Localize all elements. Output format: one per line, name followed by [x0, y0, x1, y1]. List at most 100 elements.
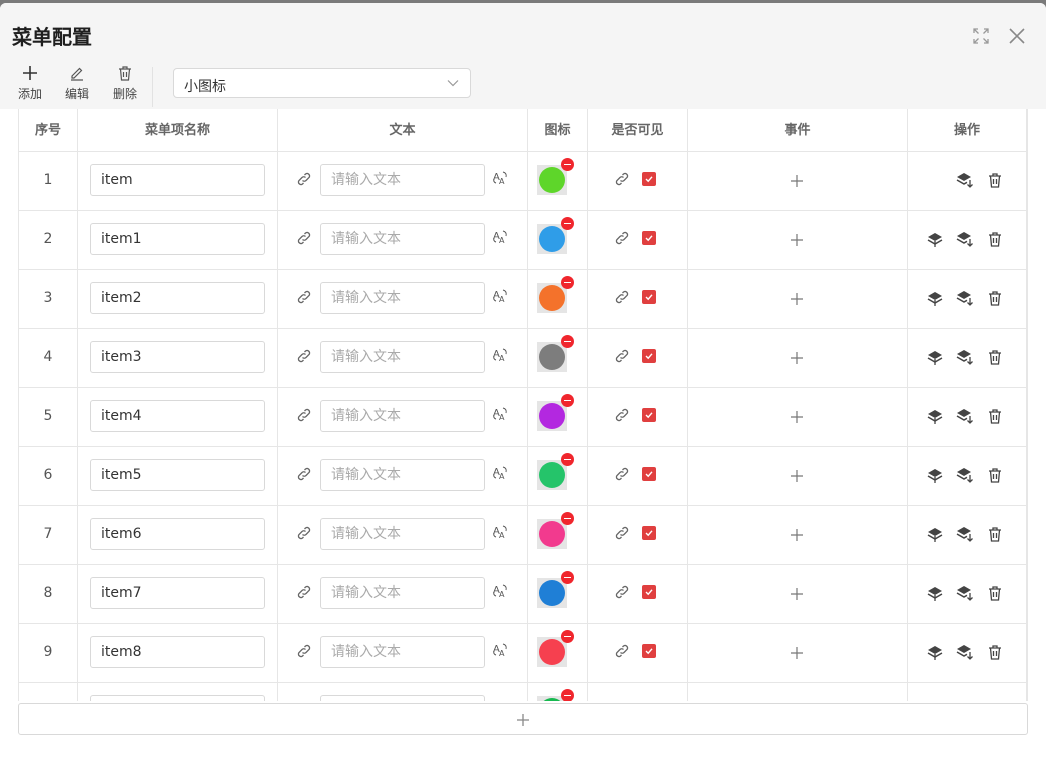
remove-icon-badge[interactable]	[561, 571, 574, 584]
add-event-icon[interactable]	[791, 588, 803, 600]
move-down-icon[interactable]	[956, 407, 974, 425]
delete-row-icon[interactable]	[987, 526, 1003, 542]
delete-row-icon[interactable]	[987, 231, 1003, 247]
menu-item-text-input[interactable]: 请输入文本	[320, 164, 485, 196]
add-event-icon[interactable]	[791, 234, 803, 246]
menu-item-name-input[interactable]: item7	[90, 577, 265, 609]
move-down-icon[interactable]	[956, 584, 974, 602]
translate-icon[interactable]: AA	[492, 642, 508, 658]
translate-icon[interactable]: AA	[492, 288, 508, 304]
translate-icon[interactable]: AA	[492, 524, 508, 540]
delete-row-icon[interactable]	[987, 467, 1003, 483]
link-icon[interactable]	[296, 643, 312, 659]
move-down-icon[interactable]	[956, 289, 974, 307]
menu-item-name-input[interactable]: item4	[90, 400, 265, 432]
menu-item-text-input[interactable]: 请输入文本	[320, 341, 485, 373]
remove-icon-badge[interactable]	[561, 689, 574, 701]
menu-item-text-input[interactable]: 请输入文本	[320, 282, 485, 314]
menu-item-text-input[interactable]: 请输入文本	[320, 223, 485, 255]
move-down-icon[interactable]	[956, 525, 974, 543]
remove-icon-badge[interactable]	[561, 276, 574, 289]
move-down-icon[interactable]	[956, 466, 974, 484]
add-event-icon[interactable]	[791, 647, 803, 659]
delete-row-icon[interactable]	[987, 290, 1003, 306]
qr-code-icon[interactable]	[537, 276, 574, 313]
link-icon[interactable]	[614, 171, 630, 187]
link-icon[interactable]	[296, 525, 312, 541]
link-icon[interactable]	[296, 230, 312, 246]
add-event-icon[interactable]	[791, 293, 803, 305]
visible-checkbox[interactable]	[642, 644, 656, 658]
link-icon[interactable]	[614, 525, 630, 541]
remove-icon-badge[interactable]	[561, 158, 574, 171]
menu-item-name-input[interactable]: item2	[90, 282, 265, 314]
link-icon[interactable]	[614, 466, 630, 482]
visible-checkbox[interactable]	[642, 526, 656, 540]
delete-button[interactable]: 删除	[105, 65, 145, 102]
link-icon[interactable]	[614, 348, 630, 364]
add-event-icon[interactable]	[791, 529, 803, 541]
move-up-icon[interactable]	[926, 289, 944, 307]
translate-icon[interactable]: AA	[492, 465, 508, 481]
move-down-icon[interactable]	[956, 348, 974, 366]
move-up-icon[interactable]	[926, 230, 944, 248]
translate-icon[interactable]: AA	[492, 347, 508, 363]
visible-checkbox[interactable]	[642, 408, 656, 422]
menu-item-name-input[interactable]: item5	[90, 459, 265, 491]
translate-icon[interactable]: AA	[492, 406, 508, 422]
moon-icon[interactable]	[537, 394, 574, 431]
visible-checkbox[interactable]	[642, 349, 656, 363]
link-icon[interactable]	[296, 348, 312, 364]
add-event-icon[interactable]	[791, 352, 803, 364]
link-icon[interactable]	[296, 407, 312, 423]
menu-item-text-input[interactable]: 请输入文本	[320, 400, 485, 432]
visible-checkbox[interactable]	[642, 231, 656, 245]
maximize-icon[interactable]	[972, 27, 990, 45]
delete-row-icon[interactable]	[987, 644, 1003, 660]
move-up-icon[interactable]	[926, 348, 944, 366]
menu-item-text-input[interactable]: 请输入文本	[320, 459, 485, 491]
menu-item-text-input[interactable]: 请输入文本	[320, 518, 485, 550]
translate-icon[interactable]: AA	[492, 583, 508, 599]
close-icon[interactable]	[1008, 27, 1026, 45]
edit-button[interactable]: 编辑	[57, 65, 97, 102]
link-icon[interactable]	[296, 289, 312, 305]
visible-checkbox[interactable]	[642, 467, 656, 481]
visible-checkbox[interactable]	[642, 290, 656, 304]
add-event-icon[interactable]	[791, 175, 803, 187]
translate-icon[interactable]: AA	[492, 229, 508, 245]
remove-icon-badge[interactable]	[561, 335, 574, 348]
menu-item-text-input[interactable]: 请输入文本	[320, 577, 485, 609]
move-down-icon[interactable]	[956, 171, 974, 189]
move-up-icon[interactable]	[926, 525, 944, 543]
menu-item-text-input[interactable]: 请输入文本	[320, 695, 485, 701]
link-icon[interactable]	[614, 407, 630, 423]
translate-icon[interactable]: AA	[492, 170, 508, 186]
link-icon[interactable]	[296, 466, 312, 482]
remove-icon-badge[interactable]	[561, 217, 574, 230]
move-up-icon[interactable]	[926, 643, 944, 661]
move-down-icon[interactable]	[956, 643, 974, 661]
brightness-icon[interactable]	[537, 217, 574, 254]
globe-icon[interactable]	[537, 571, 574, 608]
link-icon[interactable]	[296, 171, 312, 187]
remove-icon-badge[interactable]	[561, 453, 574, 466]
medicine-icon[interactable]	[537, 453, 574, 490]
link-icon[interactable]	[614, 289, 630, 305]
delete-row-icon[interactable]	[987, 172, 1003, 188]
info-icon[interactable]	[537, 158, 574, 195]
link-icon[interactable]	[614, 584, 630, 600]
remove-icon-badge[interactable]	[561, 630, 574, 643]
add-event-icon[interactable]	[791, 411, 803, 423]
link-icon[interactable]	[296, 584, 312, 600]
menu-item-name-input[interactable]: item8	[90, 636, 265, 668]
delete-row-icon[interactable]	[987, 408, 1003, 424]
add-row-button[interactable]	[18, 703, 1028, 735]
remove-icon-badge[interactable]	[561, 394, 574, 407]
menu-item-name-input[interactable]: item	[90, 164, 265, 196]
lock-icon[interactable]	[537, 630, 574, 667]
remove-icon-badge[interactable]	[561, 512, 574, 525]
visible-checkbox[interactable]	[642, 172, 656, 186]
add-event-icon[interactable]	[791, 470, 803, 482]
delete-row-icon[interactable]	[987, 349, 1003, 365]
